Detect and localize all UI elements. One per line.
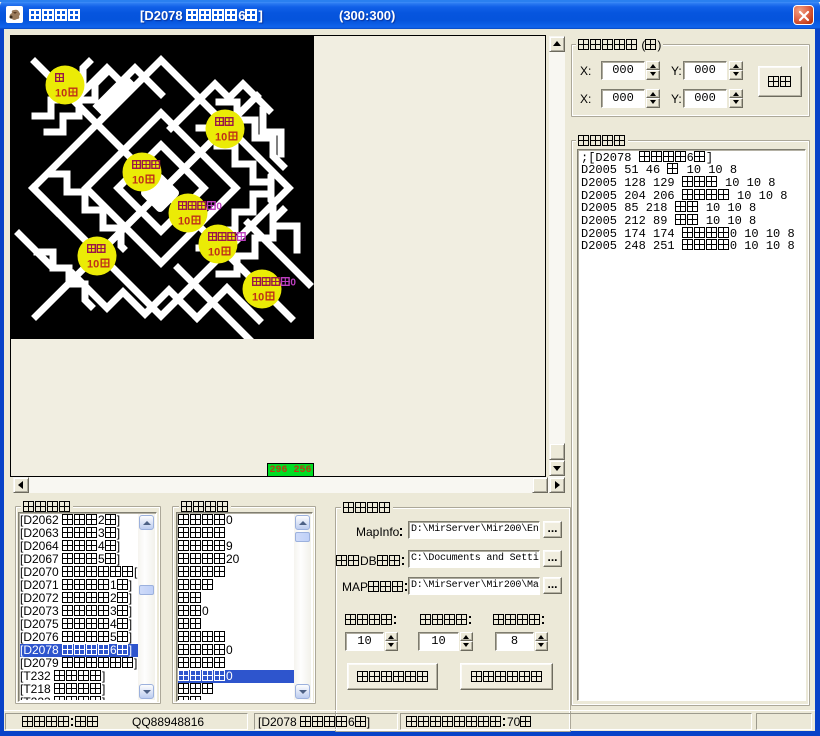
- svg-text:10: 10: [87, 259, 99, 271]
- svg-text:10: 10: [132, 175, 144, 187]
- svg-text:10: 10: [55, 88, 67, 100]
- svg-text:10: 10: [178, 216, 190, 228]
- svg-text:10: 10: [215, 132, 227, 144]
- svg-text:0: 0: [290, 278, 296, 289]
- svg-text:10: 10: [252, 292, 264, 304]
- svg-text:10: 10: [208, 247, 220, 259]
- svg-text:0: 0: [216, 202, 222, 213]
